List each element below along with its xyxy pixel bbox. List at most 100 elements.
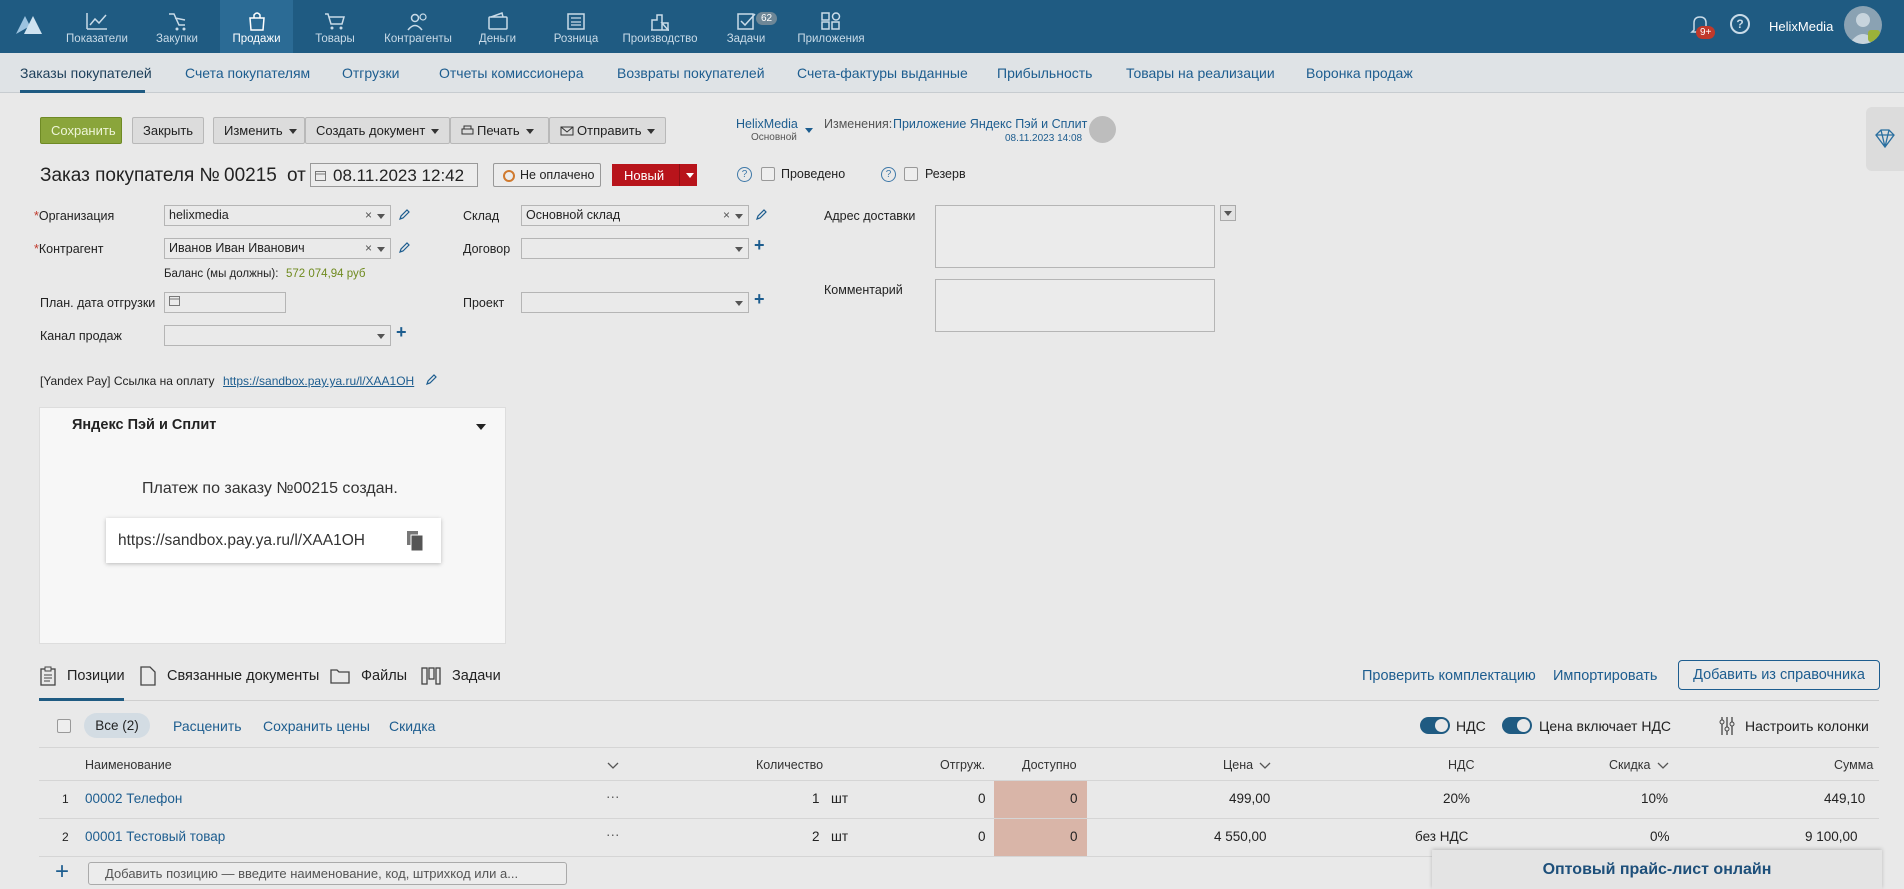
address-expand-button[interactable] <box>1220 205 1236 221</box>
order-date-input[interactable]: 08.11.2023 12:42 <box>310 163 478 187</box>
row-qty[interactable]: 1 <box>812 791 820 806</box>
select-all-checkbox[interactable] <box>57 719 71 733</box>
warehouse-select[interactable]: Основной склад × <box>521 205 749 226</box>
edit-pencil-icon[interactable] <box>755 209 767 221</box>
edit-pencil-icon[interactable] <box>425 374 437 386</box>
edit-pencil-icon[interactable] <box>398 242 410 254</box>
payment-status-button[interactable]: Не оплачено <box>493 163 601 187</box>
print-button[interactable]: Печать <box>450 117 549 144</box>
row-price[interactable]: 4 550,00 <box>1214 829 1267 844</box>
col-header-qty[interactable]: Количество <box>756 758 823 772</box>
col-header-vat[interactable]: НДС <box>1448 758 1475 772</box>
row-more-icon[interactable]: ··· <box>606 789 620 804</box>
filter-all-chip[interactable]: Все (2) <box>84 713 150 738</box>
subnav-commission-reports[interactable]: Отчеты комиссионера <box>439 65 584 81</box>
add-project-icon[interactable]: + <box>754 289 765 310</box>
add-row-plus-icon[interactable]: + <box>55 860 69 884</box>
col-header-sum[interactable]: Сумма <box>1834 758 1873 772</box>
chevron-down-icon[interactable] <box>377 247 385 252</box>
collapse-chevron-icon[interactable] <box>476 424 486 430</box>
row-more-icon[interactable]: ··· <box>606 827 620 842</box>
comment-input[interactable] <box>935 279 1215 332</box>
save-prices-link[interactable]: Сохранить цены <box>263 718 370 734</box>
nav-item-purchases[interactable]: Закупки <box>146 0 208 53</box>
row-price[interactable]: 499,00 <box>1229 791 1270 806</box>
row-discount[interactable]: 10% <box>1641 791 1668 806</box>
subnav-shipments[interactable]: Отгрузки <box>342 65 399 81</box>
chevron-down-icon[interactable] <box>1259 762 1271 770</box>
nav-item-tasks[interactable]: 62 Задачи <box>716 0 778 53</box>
owner-name[interactable]: HelixMedia <box>736 117 798 131</box>
chevron-down-icon[interactable] <box>805 128 813 133</box>
chevron-down-icon[interactable] <box>1657 762 1669 770</box>
delivery-address-input[interactable] <box>935 205 1215 268</box>
nav-item-production[interactable]: Производство <box>620 0 700 53</box>
tab-files[interactable]: Файлы <box>361 668 407 684</box>
row-name-link[interactable]: 00002 Телефон <box>85 791 182 806</box>
col-header-shipped[interactable]: Отгруж. <box>940 758 985 772</box>
chevron-down-icon[interactable] <box>377 214 385 219</box>
reprice-link[interactable]: Расценить <box>173 718 242 734</box>
reserve-checkbox[interactable] <box>904 167 918 181</box>
row-vat[interactable]: без НДС <box>1415 829 1468 844</box>
changes-app-link[interactable]: Приложение Яндекс Пэй и Сплит <box>893 117 1087 131</box>
nav-item-indicators[interactable]: Показатели <box>62 0 132 53</box>
user-name[interactable]: HelixMedia <box>1769 19 1833 34</box>
price-incl-vat-toggle[interactable] <box>1502 717 1532 734</box>
nav-item-sales[interactable]: Продажи <box>220 0 293 53</box>
row-qty[interactable]: 2 <box>812 829 820 844</box>
order-number[interactable]: 00215 <box>224 165 277 187</box>
row-discount[interactable]: 0% <box>1650 829 1670 844</box>
subnav-customer-returns[interactable]: Возвраты покупателей <box>617 65 765 81</box>
price-list-promo[interactable]: Оптовый прайс-лист онлайн <box>1432 850 1882 889</box>
conducted-checkbox[interactable] <box>761 167 775 181</box>
col-header-name[interactable]: Наименование <box>85 758 172 772</box>
subnav-customer-invoices[interactable]: Счета покупателям <box>185 65 310 81</box>
discount-link[interactable]: Скидка <box>389 718 435 734</box>
vat-toggle[interactable] <box>1420 717 1450 734</box>
chevron-down-icon[interactable] <box>607 762 619 770</box>
change-dropdown-button[interactable]: Изменить <box>213 117 305 144</box>
subnav-customer-orders[interactable]: Заказы покупателей <box>20 65 152 81</box>
add-contract-icon[interactable]: + <box>754 235 765 256</box>
add-position-input[interactable]: Добавить позицию — введите наименование,… <box>88 862 567 885</box>
col-header-available[interactable]: Доступно <box>1022 758 1077 772</box>
tab-related-documents[interactable]: Связанные документы <box>167 668 319 684</box>
chevron-down-icon[interactable] <box>735 301 743 306</box>
nav-item-goods[interactable]: Товары <box>305 0 365 53</box>
help-icon[interactable]: ? <box>1730 14 1750 34</box>
subnav-sales-funnel[interactable]: Воронка продаж <box>1306 65 1413 81</box>
subnav-profitability[interactable]: Прибыльность <box>997 65 1092 81</box>
clear-icon[interactable]: × <box>365 208 372 223</box>
nav-item-retail[interactable]: Розница <box>545 0 607 53</box>
counterparty-select[interactable]: Иванов Иван Иванович × <box>164 238 391 259</box>
nav-item-counterparties[interactable]: Контрагенты <box>378 0 458 53</box>
edit-pencil-icon[interactable] <box>398 209 410 221</box>
clear-icon[interactable]: × <box>723 208 730 223</box>
save-button[interactable]: Сохранить <box>40 117 122 144</box>
col-header-price[interactable]: Цена <box>1223 758 1253 772</box>
check-completeness-link[interactable]: Проверить комплектацию <box>1362 668 1536 684</box>
chevron-down-icon[interactable] <box>377 334 385 339</box>
add-channel-icon[interactable]: + <box>396 322 407 343</box>
tab-tasks[interactable]: Задачи <box>452 668 501 684</box>
clear-icon[interactable]: × <box>365 241 372 256</box>
sales-channel-select[interactable] <box>164 325 391 346</box>
ship-date-input[interactable] <box>164 292 286 313</box>
tab-positions[interactable]: Позиции <box>67 668 125 684</box>
row-vat[interactable]: 20% <box>1443 791 1470 806</box>
contract-select[interactable] <box>521 238 749 259</box>
chevron-down-icon[interactable] <box>735 214 743 219</box>
col-header-discount[interactable]: Скидка <box>1609 758 1650 772</box>
chevron-down-icon[interactable] <box>735 247 743 252</box>
status-dropdown[interactable]: Новый <box>612 164 697 186</box>
organization-select[interactable]: helixmedia × <box>164 205 391 226</box>
columns-settings-icon[interactable] <box>1718 716 1736 736</box>
side-panel-tab[interactable] <box>1866 107 1904 171</box>
project-select[interactable] <box>521 292 749 313</box>
import-link[interactable]: Импортировать <box>1553 668 1657 684</box>
send-button[interactable]: Отправить <box>549 117 666 144</box>
logo-icon[interactable] <box>14 12 44 36</box>
close-button[interactable]: Закрыть <box>132 117 204 144</box>
columns-settings-label[interactable]: Настроить колонки <box>1745 718 1869 734</box>
